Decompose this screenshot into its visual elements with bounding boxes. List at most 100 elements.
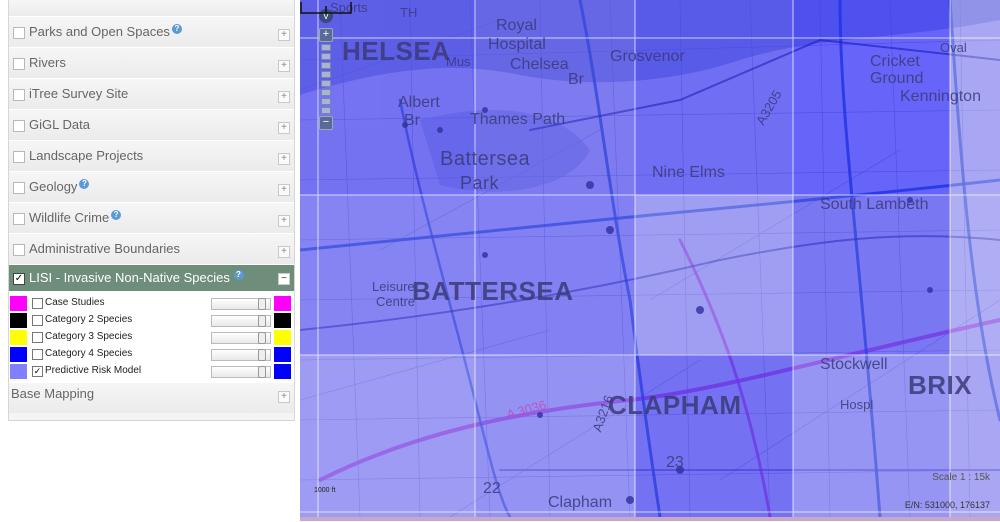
layer-label-text: iTree Survey Site [29,86,129,101]
zoom-step[interactable] [321,44,331,51]
slider-handle[interactable] [258,349,266,361]
legend-item: Category 2 Species [9,312,294,329]
map-label-hospital: Hospital [488,36,546,53]
layer-checkbox[interactable] [13,27,25,39]
legend-label: Category 2 Species [45,314,133,325]
legend-checkbox[interactable] [32,349,43,360]
zoom-out-button[interactable]: − [319,116,333,130]
legend-checkbox[interactable] [32,298,43,309]
zoom-in-button[interactable]: + [319,28,333,42]
expand-icon[interactable]: + [278,246,290,258]
legend-swatch [10,347,27,362]
map-label-battersea-park: Battersea [440,148,531,170]
map-label-leisure: Leisure [372,279,415,294]
legend: Case Studies Category 2 Species Category 3… [9,291,294,383]
scale-bar [300,2,352,14]
map-label-battersea: BATTERSEA [412,276,574,306]
layer-row[interactable]: Parks and Open Spaces? + [9,17,294,48]
map-label-ground: Ground [870,70,924,87]
legend-label: Category 4 Species [45,348,133,359]
legend-swatch-right [274,364,291,379]
zoom-step[interactable] [321,80,331,87]
expand-icon[interactable]: + [278,60,290,72]
layer-row[interactable]: Administrative Boundaries + [9,234,294,265]
zoom-slider[interactable]: + − [319,28,333,130]
scale-text: Scale 1 : 15k [932,472,990,483]
expand-icon[interactable]: + [278,29,290,41]
expand-icon[interactable]: + [278,91,290,103]
opacity-slider[interactable] [211,315,271,327]
layer-label-text: Administrative Boundaries [29,241,181,256]
layer-checkbox[interactable] [13,89,25,101]
layer-checkbox[interactable] [13,213,25,225]
layer-label: Geology? [29,179,90,194]
legend-item: Category 3 Species [9,329,294,346]
layer-row[interactable]: Landscape Projects + [9,141,294,172]
map-view[interactable]: Sports TH Royal HELSEA Hospital Mus Chel… [300,0,1000,521]
layer-label-text: Rivers [29,55,66,70]
zoom-step[interactable] [321,107,331,114]
info-icon[interactable]: ? [171,24,182,34]
zoom-step[interactable] [321,89,331,96]
layer-checkbox[interactable] [13,120,25,132]
map-label-albert-br: Br [404,112,420,129]
map-label-nine-elms: Nine Elms [652,164,725,181]
lisi-label: LISI - Invasive Non-Native Species ? [29,270,244,285]
info-icon[interactable]: ? [111,210,122,220]
legend-swatch [10,330,27,345]
legend-swatch [10,313,27,328]
map-label-brix: BRIX [908,370,973,400]
map-label-th: TH [400,5,418,20]
legend-checkbox[interactable] [32,315,43,326]
layer-row[interactable]: Rivers + [9,48,294,79]
map-label-road-22: 22 [483,480,501,497]
layer-label: Wildlife Crime? [29,210,122,225]
base-mapping-row[interactable]: Base Mapping + [9,383,294,413]
zoom-step[interactable] [321,71,331,78]
layer-label: Landscape Projects [29,148,143,163]
collapse-icon[interactable]: − [278,273,290,285]
layer-row-partial [9,0,294,17]
layer-label: Parks and Open Spaces? [29,24,182,39]
expand-icon[interactable]: + [278,391,290,403]
layer-group-lisi[interactable]: ✓ LISI - Invasive Non-Native Species ? − [9,265,294,291]
zoom-step[interactable] [321,53,331,60]
layer-label-text: Geology [29,179,78,194]
legend-swatch-right [274,296,291,311]
legend-checkbox[interactable]: ✓ [32,366,43,377]
legend-label: Category 3 Species [45,331,133,342]
info-icon[interactable]: ? [79,179,90,189]
zoom-step[interactable] [321,62,331,69]
legend-item: ✓ Predictive Risk Model [9,363,294,380]
map-label-thames-path: Thames Path [470,111,566,128]
opacity-slider[interactable] [211,349,271,361]
slider-handle[interactable] [258,366,266,378]
opacity-slider[interactable] [211,298,271,310]
lisi-checkbox[interactable]: ✓ [13,273,25,285]
opacity-slider[interactable] [211,332,271,344]
coordinate-readout: E/N: 531000, 176137 [904,500,990,510]
expand-icon[interactable]: + [278,153,290,165]
expand-icon[interactable]: + [278,215,290,227]
legend-swatch [10,364,27,379]
info-icon[interactable]: ? [233,270,244,280]
layer-checkbox[interactable] [13,244,25,256]
legend-checkbox[interactable] [32,332,43,343]
expand-icon[interactable]: + [278,184,290,196]
slider-handle[interactable] [258,315,266,327]
slider-handle[interactable] [258,332,266,344]
layer-row[interactable]: Geology? + [9,172,294,203]
zoom-step[interactable] [321,98,331,105]
layer-checkbox[interactable] [13,151,25,163]
layer-checkbox[interactable] [13,182,25,194]
opacity-slider[interactable] [211,366,271,378]
layer-label-text: GiGL Data [29,117,90,132]
layer-row[interactable]: Wildlife Crime? + [9,203,294,234]
map-label-grosvenor: Grosvenor [610,48,685,65]
expand-icon[interactable]: + [278,122,290,134]
layer-checkbox[interactable] [13,58,25,70]
slider-handle[interactable] [258,298,266,310]
layer-label: iTree Survey Site [29,86,128,101]
layer-row[interactable]: iTree Survey Site + [9,79,294,110]
layer-row[interactable]: GiGL Data + [9,110,294,141]
